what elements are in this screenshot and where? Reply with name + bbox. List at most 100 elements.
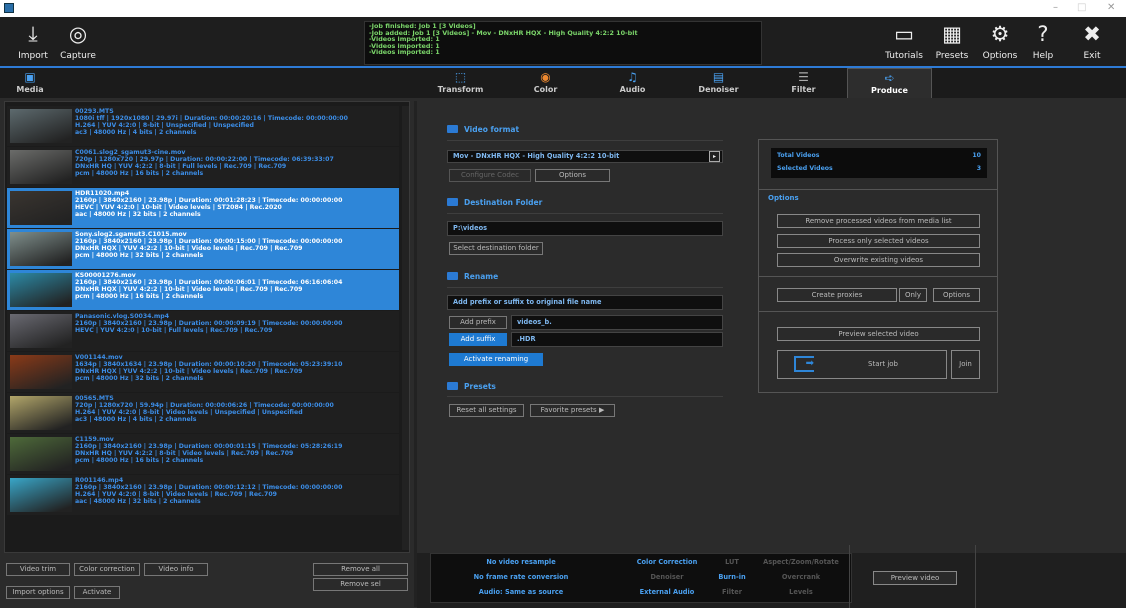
sliders-icon: ☰ <box>798 70 809 84</box>
favorite-presets-label: Favorite presets <box>540 406 597 414</box>
media-list-item[interactable]: Sony.slog2.sgamut3.C1015.mov 2160p | 3840… <box>7 229 399 269</box>
media-list-item[interactable]: KS00001276.mov 2160p | 3840x2160 | 23.98p… <box>7 270 399 310</box>
codec-options-button[interactable]: Options <box>535 169 610 182</box>
favorite-presets-button[interactable]: Favorite presets ▶ <box>530 404 615 417</box>
remove-all-button[interactable]: Remove all <box>313 563 408 576</box>
add-prefix-button[interactable]: Add prefix <box>449 316 507 329</box>
monitor-icon: ▭ <box>894 22 914 46</box>
tab-media-label: Media <box>16 85 44 94</box>
effects-status-bar: No video resample No frame rate conversi… <box>417 545 1126 608</box>
divider <box>759 276 997 277</box>
video-trim-button[interactable]: Video trim <box>6 563 70 576</box>
format-dropdown-arrow-icon[interactable]: ▸ <box>709 151 720 162</box>
divider <box>447 287 723 288</box>
media-list-item[interactable]: R001146.mp4 2160p | 3840x2160 | 23.98p | … <box>7 475 399 515</box>
tab-media[interactable]: ▣ Media <box>0 68 60 98</box>
selected-videos-label: Selected Videos <box>777 165 833 172</box>
media-list-item[interactable]: Panasonic.vlog.S0034.mp4 2160p | 3840x216… <box>7 311 399 351</box>
media-info: HDR11020.mp4 2160p | 3840x2160 | 23.98p |… <box>75 190 342 219</box>
overwrite-existing-toggle[interactable]: Overwrite existing videos <box>777 253 980 267</box>
prefix-value: videos_b. <box>517 318 552 326</box>
preview-video-button[interactable]: Preview video <box>873 571 957 585</box>
record-icon: ◎ <box>68 22 88 46</box>
reset-all-settings-button[interactable]: Reset all settings <box>449 404 524 417</box>
denoiser-icon: ▤ <box>712 70 725 84</box>
activate-renaming-button[interactable]: Activate renaming <box>449 353 543 366</box>
maximize-icon[interactable]: □ <box>1077 2 1086 13</box>
proxies-options-button[interactable]: Options <box>933 288 980 302</box>
media-info: 00565.MTS 720p | 1280x720 | 59.94p | Dura… <box>75 395 334 424</box>
media-list-item[interactable]: 00293.MTS 1080i tff | 1920x1080 | 29.97i … <box>7 106 399 146</box>
presets-label: Presets <box>935 51 969 61</box>
suffix-field[interactable]: .HDR <box>511 332 723 347</box>
join-button[interactable]: Join <box>951 350 980 379</box>
media-list[interactable]: 00293.MTS 1080i tff | 1920x1080 | 29.97i … <box>7 106 399 546</box>
job-summary-panel: Total Videos 10 Selected Videos 3 Option… <box>758 139 998 393</box>
external-audio-status: External Audio <box>639 588 695 596</box>
help-button[interactable]: ? Help <box>1028 17 1058 67</box>
selected-videos-value: 3 <box>976 165 981 172</box>
rename-icon <box>447 272 458 280</box>
import-button[interactable]: ⤓ Import <box>14 17 52 67</box>
tab-filter[interactable]: ☰ Filter <box>761 68 846 98</box>
media-list-item[interactable]: 00565.MTS 720p | 1280x720 | 59.94p | Dura… <box>7 393 399 433</box>
remove-processed-toggle[interactable]: Remove processed videos from media list <box>777 214 980 228</box>
media-meta-line: pcm | 48000 Hz | 16 bits | 2 channels <box>75 169 204 177</box>
tab-transform[interactable]: ⬚ Transform <box>418 68 503 98</box>
activate-button[interactable]: Activate <box>74 586 120 599</box>
tab-color[interactable]: ◉ Color <box>503 68 588 98</box>
video-thumbnail <box>10 396 72 430</box>
media-scrollbar[interactable] <box>402 106 409 550</box>
minimize-icon[interactable]: – <box>1053 2 1058 13</box>
proxies-only-toggle[interactable]: Only <box>899 288 927 302</box>
suffix-value: .HDR <box>517 335 536 343</box>
media-info: V001144.mov 1634p | 3840x1634 | 23.98p | … <box>75 354 342 383</box>
media-meta-line: pcm | 48000 Hz | 16 bits | 2 channels <box>75 292 204 300</box>
tab-denoiser[interactable]: ▤ Denoiser <box>676 68 761 98</box>
color-correction-button[interactable]: Color correction <box>74 563 140 576</box>
video-format-heading: Video format <box>447 125 519 134</box>
media-meta-line: aac | 48000 Hz | 32 bits | 2 channels <box>75 210 201 218</box>
video-thumbnail <box>10 109 72 143</box>
audio-status: Audio: Same as source <box>478 588 564 596</box>
video-format-select[interactable]: Mov - DNxHR HQX - High Quality 4:2:2 10-… <box>447 150 723 163</box>
tab-audio[interactable]: ♫ Audio <box>590 68 675 98</box>
capture-button[interactable]: ◎ Capture <box>60 17 96 67</box>
remove-selected-button[interactable]: Remove sel <box>313 578 408 591</box>
prefix-field[interactable]: videos_b. <box>511 315 723 330</box>
media-list-item[interactable]: V001144.mov 1634p | 3840x1634 | 23.98p | … <box>7 352 399 392</box>
destination-title: Destination Folder <box>464 198 543 207</box>
music-note-icon: ♫ <box>627 70 638 84</box>
overcrank-status: Overcrank <box>781 573 821 581</box>
media-info: KS00001276.mov 2160p | 3840x2160 | 23.98p… <box>75 272 342 301</box>
configure-codec-button[interactable]: Configure Codec <box>449 169 531 182</box>
frame-rate-status: No frame rate conversion <box>473 573 569 581</box>
media-list-item[interactable]: C1159.mov 2160p | 3840x2160 | 23.98p | Du… <box>7 434 399 474</box>
select-destination-button[interactable]: Select destination folder <box>449 242 543 255</box>
process-only-selected-toggle[interactable]: Process only selected videos <box>777 234 980 248</box>
tab-transform-label: Transform <box>437 85 484 94</box>
tab-produce[interactable]: ➪ Produce <box>847 68 932 98</box>
video-counts-box: Total Videos 10 Selected Videos 3 <box>771 148 987 178</box>
preview-selected-button[interactable]: Preview selected video <box>777 327 980 341</box>
total-videos-label: Total Videos <box>777 152 820 159</box>
panel-splitter[interactable] <box>414 101 417 607</box>
media-list-item[interactable]: C0061.slog2_sgamut3-cine.mov 720p | 1280x… <box>7 147 399 187</box>
destination-field[interactable]: P:\videos <box>447 221 723 236</box>
media-list-item[interactable]: HDR11020.mp4 2160p | 3840x2160 | 23.98p |… <box>7 188 399 228</box>
video-thumbnail <box>10 478 72 512</box>
options-button[interactable]: ⚙ Options <box>980 17 1020 67</box>
start-job-button[interactable]: ➡ Start job <box>777 350 947 379</box>
rename-hint: Add prefix or suffix to original file na… <box>453 298 602 306</box>
destination-heading: Destination Folder <box>447 198 542 207</box>
presets-button[interactable]: ▦ Presets <box>934 17 970 67</box>
video-thumbnail <box>10 437 72 471</box>
total-videos-value: 10 <box>972 152 981 159</box>
exit-button[interactable]: ✖ Exit <box>1078 17 1106 67</box>
import-options-button[interactable]: Import options <box>6 586 70 599</box>
close-window-icon[interactable]: ✕ <box>1107 2 1115 13</box>
video-info-button[interactable]: Video info <box>144 563 208 576</box>
create-proxies-toggle[interactable]: Create proxies <box>777 288 897 302</box>
tutorials-button[interactable]: ▭ Tutorials <box>884 17 924 67</box>
add-suffix-button[interactable]: Add suffix <box>449 333 507 346</box>
